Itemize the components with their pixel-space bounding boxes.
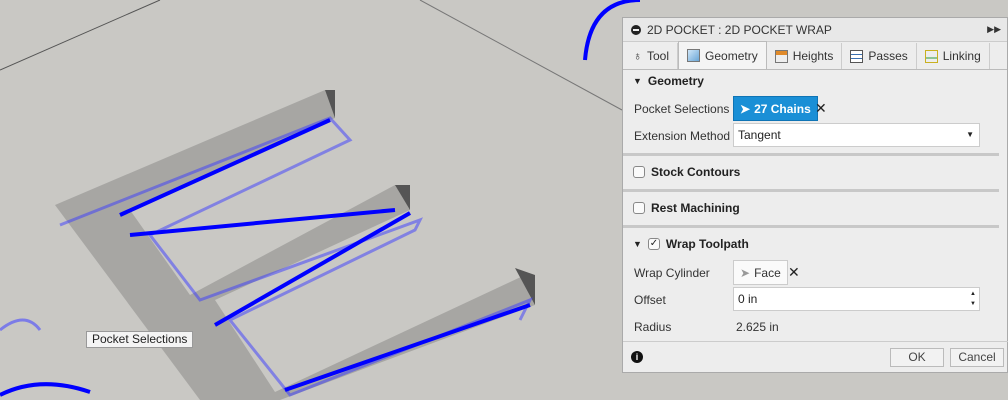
collapse-triangle-icon: ▼ [633, 76, 642, 86]
tab-heights[interactable]: Heights [767, 43, 843, 69]
tab-label: Passes [868, 49, 908, 63]
pocket-dialog: 2D POCKET : 2D POCKET WRAP ▶▶ ♁ Tool Geom… [622, 17, 1008, 373]
pocket-selections-button[interactable]: ➤ 27 Chains [733, 96, 818, 121]
tab-tool[interactable]: ♁ Tool [625, 43, 679, 69]
dropdown-arrow-icon: ▼ [966, 130, 974, 139]
tooltip: Pocket Selections [86, 331, 194, 348]
rest-machining-toggle[interactable]: Rest Machining [623, 201, 999, 215]
tab-bar: ♁ Tool Geometry Heights Passes Linking [623, 41, 1007, 70]
section-title: Wrap Toolpath [665, 237, 749, 251]
collapse-icon[interactable] [631, 24, 641, 35]
select-value: Tangent [738, 128, 781, 142]
clear-cylinder-icon[interactable]: ✕ [788, 264, 800, 281]
cancel-button[interactable]: Cancel [950, 348, 1004, 367]
section-title: Rest Machining [651, 201, 740, 215]
footer-divider [623, 341, 1008, 342]
section-title: Stock Contours [651, 165, 741, 179]
stock-contours-toggle[interactable]: Stock Contours [623, 165, 999, 179]
selection-count: 27 Chains [754, 101, 811, 116]
divider [623, 153, 999, 156]
tool-icon: ♁ [633, 49, 642, 63]
tab-label: Linking [942, 49, 981, 63]
passes-icon [850, 49, 864, 63]
extension-method-select[interactable]: Tangent ▼ [733, 123, 980, 147]
heights-icon [774, 49, 788, 63]
tab-linking[interactable]: Linking [917, 43, 990, 69]
divider [623, 225, 999, 228]
wrap-toolpath-header[interactable]: ▼ ✓ Wrap Toolpath [623, 237, 999, 251]
checkbox[interactable] [633, 202, 645, 214]
dialog-titlebar[interactable]: 2D POCKET : 2D POCKET WRAP ▶▶ [623, 18, 1007, 42]
clear-selection-icon[interactable]: ✕ [815, 100, 827, 117]
tab-geometry[interactable]: Geometry [678, 41, 767, 69]
divider [623, 189, 999, 192]
pocket-selections-label: Pocket Selections [634, 102, 730, 116]
tab-passes[interactable]: Passes [842, 43, 917, 69]
cursor-arrow-icon: ➤ [740, 265, 751, 280]
linking-icon [924, 49, 938, 63]
wrap-cylinder-label: Wrap Cylinder [634, 266, 710, 280]
tab-label: Geometry [705, 48, 758, 63]
selection-value: Face [754, 265, 781, 280]
collapse-triangle-icon: ▼ [633, 239, 642, 249]
offset-label: Offset [634, 293, 666, 307]
radius-value: 2.625 in [736, 320, 779, 334]
radius-label: Radius [634, 320, 672, 334]
cube-icon [687, 49, 701, 62]
tab-label: Tool [647, 49, 670, 63]
extension-method-label: Extension Method [634, 129, 731, 143]
expand-icon[interactable]: ▶▶ [987, 24, 1001, 35]
checkbox[interactable] [633, 166, 645, 178]
geometry-section-header[interactable]: ▼ Geometry [623, 74, 999, 88]
spinner-icon[interactable]: ▲ ▼ [970, 289, 976, 309]
wrap-cylinder-button[interactable]: ➤ Face [733, 260, 788, 285]
info-icon[interactable]: i [631, 351, 643, 363]
cursor-arrow-icon: ➤ [740, 101, 751, 116]
tab-label: Heights [792, 49, 834, 63]
wrap-checkbox[interactable]: ✓ [647, 238, 660, 250]
offset-input[interactable]: 0 in ▲ ▼ [733, 287, 980, 311]
input-value: 0 in [738, 292, 758, 306]
ok-button[interactable]: OK [890, 348, 944, 367]
section-title: Geometry [647, 74, 704, 88]
dialog-title: 2D POCKET : 2D POCKET WRAP [647, 22, 832, 37]
